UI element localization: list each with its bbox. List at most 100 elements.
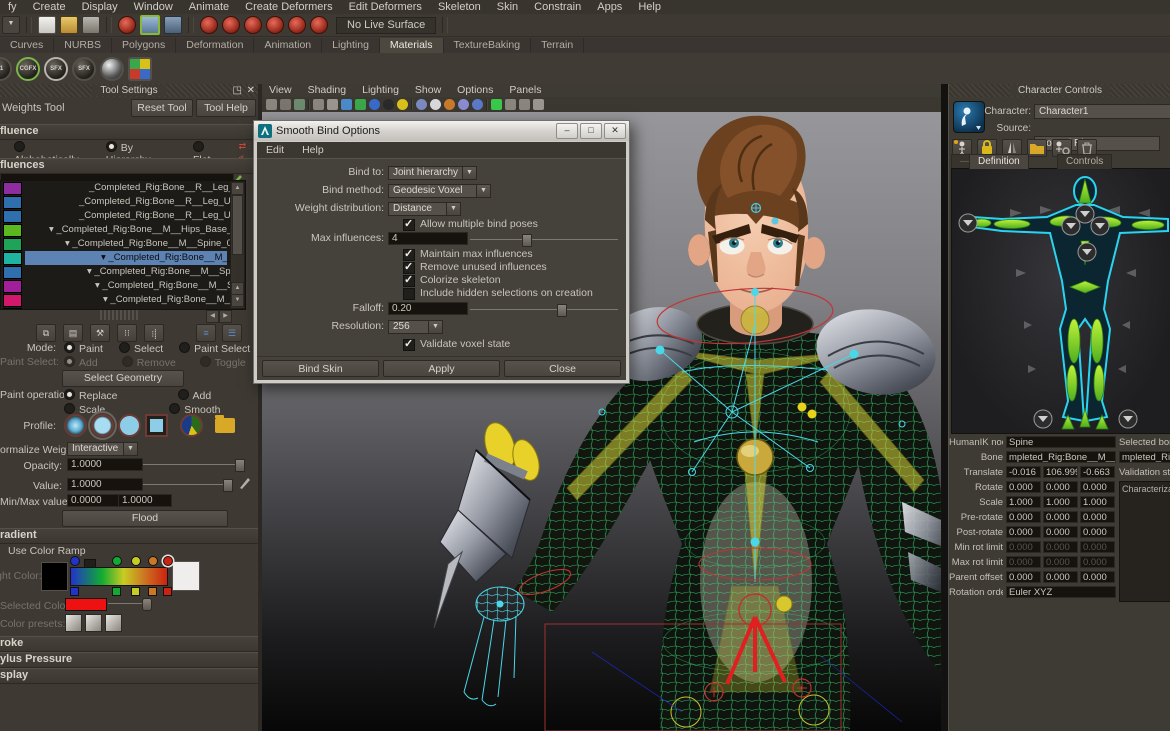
ao-icon[interactable] (397, 99, 408, 110)
camera-attributes-icon[interactable] (266, 99, 277, 110)
motion-blur-icon[interactable] (416, 99, 427, 110)
ik-field-rotate-0[interactable]: 0.000 (1006, 481, 1041, 493)
section-header-splay[interactable]: splay (0, 668, 258, 684)
copy-weights-icon[interactable]: ⧉ (36, 324, 56, 342)
select-tool-icon[interactable] (118, 16, 136, 34)
definition-button[interactable] (959, 214, 977, 232)
gamma-icon[interactable] (444, 99, 455, 110)
checkbox-allow-multiple-bind-poses[interactable] (403, 219, 415, 231)
color-preset-3[interactable] (105, 614, 122, 632)
definition-button[interactable] (1091, 217, 1109, 235)
ik-field-scale-0[interactable]: 1.000 (1006, 496, 1041, 508)
ik-field-translate-0[interactable]: -0.016 (1006, 466, 1041, 478)
show-influence-icon[interactable]: ⁝⸽ (144, 324, 164, 342)
brush-gaussian-icon[interactable] (64, 414, 87, 437)
dialog-menu-edit[interactable]: Edit (257, 142, 293, 158)
definition-button[interactable] (1078, 243, 1096, 261)
snap-point-icon[interactable] (244, 16, 262, 34)
gradient-section-header[interactable]: radient (0, 528, 258, 544)
opacity-slider[interactable] (143, 464, 243, 465)
tool-settings-titlebar[interactable]: Tool Settings ◳ ✕ (0, 84, 258, 97)
fork-icon[interactable] (533, 99, 544, 110)
radio-add[interactable]: Add (178, 389, 212, 402)
frame-icon[interactable] (519, 99, 530, 110)
select-highlight-icon[interactable] (491, 99, 502, 110)
radio-flat[interactable]: Flat (193, 141, 225, 155)
shelf-tab-deformation[interactable]: Deformation (176, 38, 254, 53)
close-window-icon[interactable]: ✕ (604, 123, 626, 139)
resize-grip[interactable] (100, 310, 140, 320)
menu-fy[interactable]: fy (0, 0, 25, 14)
brush-solid-icon[interactable] (118, 414, 141, 437)
ik-field-max-rot-limit-0[interactable]: 0.000 (1006, 556, 1041, 568)
swoosh-icon[interactable] (472, 99, 483, 110)
button-bind-skin[interactable]: Bind Skin (262, 360, 379, 377)
textured-icon[interactable] (355, 99, 366, 110)
ik-field-translate-2[interactable]: -0.663 (1080, 466, 1115, 478)
dialog-menu-help[interactable]: Help (293, 142, 333, 158)
ik-field-scale-2[interactable]: 1.000 (1080, 496, 1115, 508)
input-falloff[interactable]: 0.20 (388, 302, 468, 315)
influence-row[interactable]: ▾ _Completed_Rig:Bone__M__Spine_02 (25, 251, 227, 265)
checkbox-colorize-skeleton[interactable] (403, 275, 415, 287)
folder-icon[interactable] (1027, 139, 1047, 157)
shelf-tab-lighting[interactable]: Lighting (322, 38, 380, 53)
viewport-menu-show[interactable]: Show (408, 84, 448, 97)
pin-icon[interactable]: ◳ (233, 84, 242, 97)
radio-toggle[interactable]: Toggle (200, 356, 246, 369)
slider-handle[interactable] (557, 304, 567, 317)
shelf-badge-sfx-dark[interactable]: SFX (72, 57, 96, 81)
menu-help[interactable]: Help (630, 0, 669, 14)
min-value-input[interactable]: 0.0000 (67, 494, 121, 507)
menu-create[interactable]: Create (25, 0, 74, 14)
influence-row[interactable]: ▾ _Completed_Rig:Bone__M__Hips_Base_Spin… (1, 223, 245, 237)
ik-field-post-rotate-1[interactable]: 0.000 (1043, 526, 1078, 538)
dropdown-arrow-icon[interactable]: ▼ (446, 202, 461, 216)
ramp-key-top[interactable] (131, 556, 141, 566)
ik-field-humanik-node[interactable]: Spine (1006, 436, 1116, 448)
value-input[interactable]: 1.0000 (67, 478, 143, 491)
shelf-tab-materials[interactable]: Materials (380, 38, 444, 53)
section-header-ylus-pressure[interactable]: ylus Pressure (0, 652, 258, 668)
input-max-influences[interactable]: 4 (388, 232, 468, 245)
image-plane-icon[interactable] (294, 99, 305, 110)
snap-projected-center-icon[interactable] (266, 16, 284, 34)
xray-cube-icon[interactable] (505, 99, 516, 110)
ik-field-scale-1[interactable]: 1.000 (1043, 496, 1078, 508)
normalize-weights-dropdown[interactable]: Interactive (67, 442, 129, 456)
multisample-icon[interactable] (430, 99, 441, 110)
ik-field-parent-offset-r-0[interactable]: 0.000 (1006, 571, 1041, 583)
value-pencil-icon[interactable] (238, 476, 252, 493)
influence-row[interactable]: ▾ _Completed_Rig:Bone__M__Spine_01 (1, 237, 245, 251)
all-lights-icon[interactable] (369, 99, 380, 110)
ik-field-post-rotate-2[interactable]: 0.000 (1080, 526, 1115, 538)
ik-field-parent-offset-r-2[interactable]: 0.000 (1080, 571, 1115, 583)
radio-paint-select[interactable]: Paint Select (179, 342, 250, 355)
ik-field-rotate-1[interactable]: 0.000 (1043, 481, 1078, 493)
menu-create-deformers[interactable]: Create Deformers (237, 0, 340, 14)
maximize-icon[interactable]: □ (580, 123, 602, 139)
close-icon[interactable]: ✕ (247, 84, 255, 97)
shelf-option-arrow-icon[interactable]: ▼ (2, 16, 20, 34)
radio-by-hierarchy[interactable]: By Hierarchy (106, 141, 179, 155)
influence-row[interactable]: ▾ _Completed_Rig:Bone__M__Spine_03 (1, 265, 245, 279)
button-apply[interactable]: Apply (383, 360, 500, 377)
checkbox-validate-voxel-state[interactable] (403, 339, 415, 351)
ramp-key-bottom[interactable] (112, 587, 121, 596)
minimize-icon[interactable]: – (556, 123, 578, 139)
weight-color-high-swatch[interactable] (172, 561, 200, 591)
side-selected-bone-field[interactable]: mpleted_Rig:M (1119, 451, 1170, 463)
section-header-roke[interactable]: roke (0, 636, 258, 652)
shaded-cube-icon[interactable] (341, 99, 352, 110)
slider-falloff[interactable] (470, 309, 618, 310)
snap-view-plane-icon[interactable] (288, 16, 306, 34)
paste-weights-icon[interactable]: ▤ (63, 324, 83, 342)
checkbox-include-hidden-selections-on-creation[interactable] (403, 288, 415, 300)
selected-color-swatch[interactable] (65, 598, 107, 611)
selected-color-slider[interactable] (108, 603, 148, 604)
ik-field-rotation-order[interactable]: Euler XYZ (1006, 586, 1116, 598)
paint-select-tool-icon[interactable] (164, 16, 182, 34)
radio-add[interactable]: Add (64, 356, 98, 369)
ik-field-parent-offset-r-1[interactable]: 0.000 (1043, 571, 1078, 583)
viewport-menu-panels[interactable]: Panels (502, 84, 548, 97)
